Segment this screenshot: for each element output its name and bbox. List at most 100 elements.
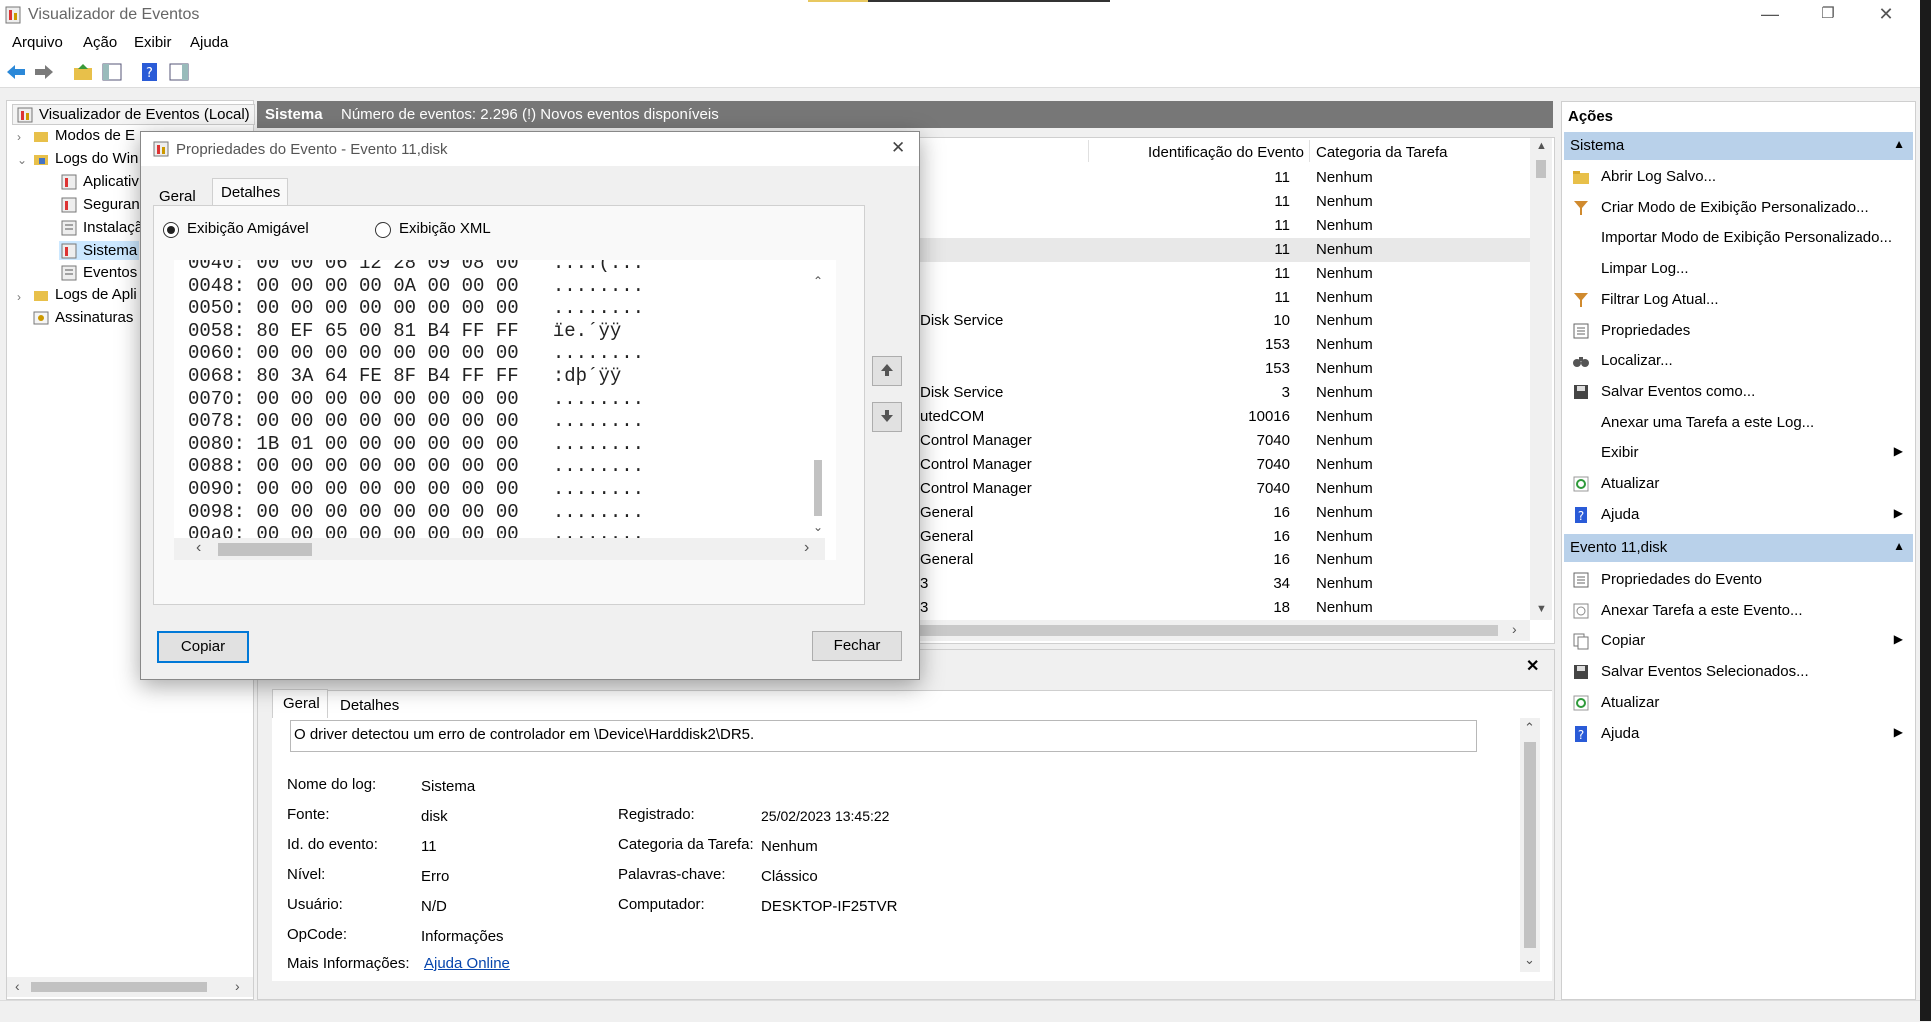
action-item[interactable]: Criar Modo de Exibição Personalizado... xyxy=(1562,193,1911,223)
previous-event-button[interactable] xyxy=(872,356,902,386)
forward-arrow-icon[interactable] xyxy=(33,62,55,82)
scroll-up-icon[interactable]: ⌃ xyxy=(1524,720,1535,736)
show-hide-actions-icon[interactable] xyxy=(168,62,190,82)
action-item[interactable]: Propriedades xyxy=(1562,316,1911,346)
action-item[interactable]: Atualizar xyxy=(1562,688,1911,718)
close-button[interactable]: ✕ xyxy=(1857,0,1915,30)
action-item[interactable]: Salvar Eventos como... xyxy=(1562,377,1911,407)
back-arrow-icon[interactable] xyxy=(5,62,27,82)
dialog-close-icon[interactable]: ✕ xyxy=(891,138,905,158)
menu-acao[interactable]: Ação xyxy=(83,34,117,51)
copy-button[interactable]: Copiar xyxy=(157,631,249,663)
tree-item-custom-views[interactable]: Modos de E xyxy=(33,127,135,144)
action-item[interactable]: Propriedades do Evento xyxy=(1562,565,1911,595)
tree-item-forwarded-events[interactable]: Eventos xyxy=(61,264,137,281)
scroll-right-icon[interactable]: › xyxy=(235,978,240,994)
show-hide-tree-icon[interactable] xyxy=(101,62,123,82)
scroll-up-icon[interactable]: ⌃ xyxy=(813,274,823,288)
scroll-down-icon[interactable]: ⌄ xyxy=(813,520,823,534)
action-item[interactable]: Atualizar xyxy=(1562,469,1911,499)
action-item[interactable]: Importar Modo de Exibição Personalizado.… xyxy=(1562,223,1911,253)
action-item[interactable]: Filtrar Log Atual... xyxy=(1562,285,1911,315)
tab-detalhes[interactable]: Detalhes xyxy=(340,697,399,714)
scroll-thumb[interactable] xyxy=(1524,742,1536,948)
scroll-thumb[interactable] xyxy=(31,982,207,992)
close-dialog-button[interactable]: Fechar xyxy=(812,631,902,661)
action-item[interactable]: Localizar... xyxy=(1562,346,1911,376)
action-item[interactable]: Limpar Log... xyxy=(1562,254,1911,284)
event-list-vertical-scrollbar[interactable]: ▲ ▼ xyxy=(1530,138,1552,620)
dialog-tab-detalhes[interactable]: Detalhes xyxy=(212,178,288,207)
scroll-down-icon[interactable]: ⌄ xyxy=(1524,952,1535,968)
binary-data-box[interactable]: 0040: 00 00 06 12 28 09 08 00 ....(... 00… xyxy=(174,260,836,560)
chevron-right-icon[interactable]: › xyxy=(17,290,21,304)
action-label: Ajuda xyxy=(1601,505,1640,523)
scroll-up-icon[interactable]: ▲ xyxy=(1536,140,1547,152)
menu-exibir[interactable]: Exibir xyxy=(134,34,172,51)
action-item[interactable]: ? Ajuda ▶ xyxy=(1562,719,1911,749)
tree-item-windows-logs[interactable]: Logs do Win xyxy=(33,150,138,167)
help-icon[interactable]: ? xyxy=(139,62,161,82)
detail-vertical-scrollbar[interactable]: ⌃ ⌄ xyxy=(1520,718,1540,972)
svg-text:?: ? xyxy=(1578,728,1584,742)
action-item[interactable]: Exibir ▶ xyxy=(1562,438,1911,468)
action-item[interactable]: Abrir Log Salvo... xyxy=(1562,162,1911,192)
tree-horizontal-scrollbar[interactable]: ‹ › xyxy=(7,977,253,997)
restore-button[interactable]: ❐ xyxy=(1799,0,1857,30)
hex-horizontal-scrollbar[interactable]: ‹ › xyxy=(174,538,825,560)
hex-vertical-scrollbar[interactable]: ⌃ ⌄ xyxy=(811,260,825,538)
dialog-tab-geral[interactable]: Geral xyxy=(159,188,196,205)
scroll-thumb[interactable] xyxy=(1536,160,1546,178)
event-id: 11 xyxy=(1274,169,1290,186)
log-icon xyxy=(61,243,77,259)
scroll-left-icon[interactable]: ‹ xyxy=(196,539,201,557)
actions-section-event[interactable]: Evento 11,disk ▲ xyxy=(1564,534,1913,562)
folder-up-icon[interactable] xyxy=(72,62,94,82)
collapse-icon[interactable]: ▲ xyxy=(1893,137,1905,151)
menu-arquivo[interactable]: Arquivo xyxy=(12,34,63,51)
event-message-box[interactable]: O driver detectou um erro de controlador… xyxy=(290,720,1477,752)
tab-geral[interactable]: Geral xyxy=(272,689,328,718)
tree-item-application[interactable]: Aplicativ xyxy=(61,173,139,190)
next-event-button[interactable] xyxy=(872,402,902,432)
close-detail-icon[interactable]: ✕ xyxy=(1526,656,1539,676)
tree-item-system[interactable]: Sistema xyxy=(59,241,140,261)
folder-icon xyxy=(1573,171,1589,184)
column-header-task-category[interactable]: Categoria da Tarefa xyxy=(1316,144,1447,161)
actions-section-sistema[interactable]: Sistema ▲ xyxy=(1564,132,1913,160)
log-title: Sistema xyxy=(265,106,323,123)
scroll-right-icon[interactable]: › xyxy=(804,539,809,557)
scroll-left-icon[interactable]: ‹ xyxy=(15,978,20,994)
scroll-thumb[interactable] xyxy=(814,460,822,516)
actions-pane: Ações Sistema ▲ Abrir Log Salvo... Criar … xyxy=(1561,101,1916,1000)
tree-label: Logs de Apli xyxy=(55,286,137,303)
minimize-button[interactable]: — xyxy=(1741,0,1799,30)
chevron-right-icon[interactable]: › xyxy=(17,130,21,144)
online-help-link[interactable]: Ajuda Online xyxy=(424,955,510,972)
tree-item-subscriptions[interactable]: Assinaturas xyxy=(33,309,133,326)
event-source: Control Manager xyxy=(920,431,1032,449)
action-item[interactable]: ? Ajuda ▶ xyxy=(1562,500,1911,530)
action-item[interactable]: Anexar Tarefa a este Evento... xyxy=(1562,596,1911,626)
scroll-down-icon[interactable]: ▼ xyxy=(1536,603,1547,615)
tree-item-security[interactable]: Seguran xyxy=(61,196,140,213)
event-id: 11 xyxy=(1274,216,1290,234)
column-header-event-id[interactable]: Identificação do Evento xyxy=(1148,144,1304,161)
scroll-right-icon[interactable]: › xyxy=(1512,621,1517,637)
action-item[interactable]: Copiar ▶ xyxy=(1562,626,1911,656)
toolbar: ? xyxy=(0,57,1931,88)
chevron-down-icon[interactable]: ⌄ xyxy=(17,153,27,167)
svg-text:?: ? xyxy=(1578,509,1584,523)
desktop-edge xyxy=(1920,0,1931,1021)
hex-line: 0078: 00 00 00 00 00 00 00 00 ........ xyxy=(188,410,645,433)
event-id: 153 xyxy=(1264,360,1290,378)
tree-item-setup[interactable]: Instalaçã xyxy=(61,219,143,236)
collapse-icon[interactable]: ▲ xyxy=(1893,539,1905,553)
action-item[interactable]: Salvar Eventos Selecionados... xyxy=(1562,657,1911,687)
tree-item-root[interactable]: Visualizador de Eventos (Local) xyxy=(12,104,255,126)
menu-ajuda[interactable]: Ajuda xyxy=(190,34,228,51)
hex-line: 0058: 80 EF 65 00 81 B4 FF FF ïe.´ÿÿ xyxy=(188,319,622,342)
tree-item-app-logs[interactable]: Logs de Apli xyxy=(33,286,137,303)
scroll-thumb[interactable] xyxy=(218,543,312,556)
action-item[interactable]: Anexar uma Tarefa a este Log... xyxy=(1562,408,1911,438)
